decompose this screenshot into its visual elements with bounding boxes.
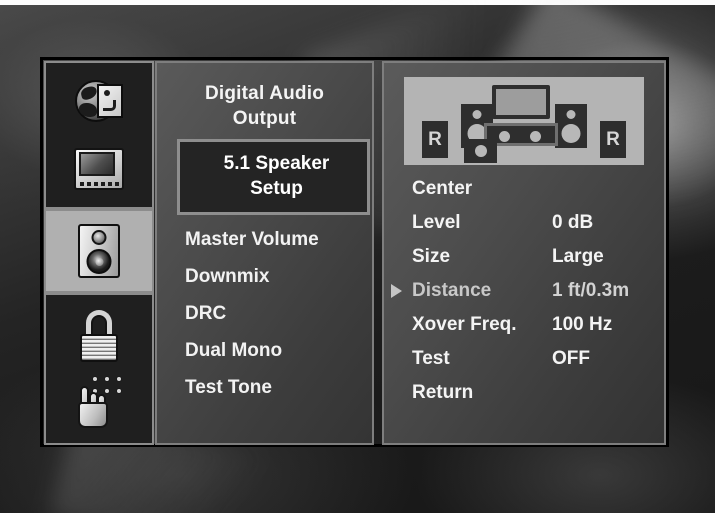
menu-item-master-volume[interactable]: Master Volume [157, 221, 372, 258]
setting-label-xover-freq: Xover Freq. [412, 314, 517, 335]
menu-item-5-1-speaker-setup[interactable]: 5.1 Speaker Setup [177, 139, 370, 215]
speaker-settings-panel: R R Center Level 0 dB Size Large Distanc… [382, 61, 666, 445]
menu-highlight-line2: Setup [250, 178, 303, 199]
osd-setup-menu: Digital Audio Output 5.1 Speaker Setup M… [40, 57, 669, 447]
menu-title-line1: Digital Audio [204, 83, 325, 104]
setting-label-size: Size [412, 246, 451, 267]
tv-screen: Digital Audio Output 5.1 Speaker Setup M… [0, 0, 715, 513]
diagram-tv [492, 85, 550, 119]
menu-title-digital-audio-output[interactable]: Digital Audio Output [157, 81, 372, 139]
diagram-rear-right-speaker: R [600, 121, 626, 158]
diagram-fr-woofer [561, 124, 581, 143]
diagram-rear-left-speaker: R [422, 121, 448, 158]
diagram-fl-tweeter [472, 110, 482, 119]
diagram-sub-driver [474, 145, 487, 157]
menu-item-drc[interactable]: DRC [157, 295, 372, 332]
speaker-layout-diagram: R R [404, 77, 644, 165]
hand-keypad-icon [76, 376, 122, 428]
setting-label-distance: Distance [412, 280, 492, 301]
globe-icon [75, 78, 123, 124]
setting-row-test[interactable]: Test OFF [384, 342, 664, 376]
menu-item-test-tone[interactable]: Test Tone [157, 369, 372, 406]
tv-icon [74, 148, 124, 190]
padlock-icon [78, 310, 120, 362]
sidebar-group-language-display[interactable] [44, 61, 154, 209]
setting-label-return: Return [412, 382, 474, 403]
menu-item-downmix[interactable]: Downmix [157, 258, 372, 295]
setting-row-level[interactable]: Level 0 dB [384, 206, 664, 240]
setting-row-return[interactable]: Return [384, 376, 664, 410]
setting-value-level[interactable]: 0 dB [552, 206, 593, 240]
diagram-subwoofer [464, 139, 497, 163]
setting-value-distance[interactable]: 1 ft/0.3m [552, 274, 629, 308]
sidebar-item-lock[interactable] [73, 310, 125, 362]
sidebar-item-display[interactable] [73, 143, 125, 195]
diagram-front-right-speaker [555, 104, 587, 148]
audio-menu-panel: Digital Audio Output 5.1 Speaker Setup M… [155, 61, 374, 445]
setting-row-distance[interactable]: Distance 1 ft/0.3m [384, 274, 664, 308]
setting-value-xover-freq[interactable]: 100 Hz [552, 308, 612, 342]
setting-label-center: Center [412, 178, 473, 199]
sidebar-group-audio[interactable] [44, 209, 154, 293]
setting-row-xover-freq[interactable]: Xover Freq. 100 Hz [384, 308, 664, 342]
setting-label-test: Test [412, 348, 450, 369]
menu-highlight-line1: 5.1 Speaker [223, 153, 330, 174]
menu-title-line2: Output [232, 108, 297, 129]
setting-row-size[interactable]: Size Large [384, 240, 664, 274]
diagram-fr-tweeter [566, 110, 576, 119]
diagram-center-driver-2 [530, 131, 541, 142]
sidebar [44, 61, 154, 445]
setting-value-size[interactable]: Large [552, 240, 604, 274]
menu-item-dual-mono[interactable]: Dual Mono [157, 332, 372, 369]
selection-cursor-icon [391, 284, 402, 298]
speaker-icon [78, 224, 120, 278]
sidebar-item-language[interactable] [73, 75, 125, 127]
diagram-center-driver-1 [499, 131, 510, 142]
setting-value-test[interactable]: OFF [552, 342, 590, 376]
settings-rows: Center Level 0 dB Size Large Distance 1 [384, 172, 664, 410]
sidebar-group-lock-others[interactable] [44, 293, 154, 445]
sidebar-item-others[interactable] [73, 376, 125, 428]
setting-row-center[interactable]: Center [384, 172, 664, 206]
sidebar-item-audio[interactable] [73, 224, 125, 278]
setting-label-level: Level [412, 212, 461, 233]
